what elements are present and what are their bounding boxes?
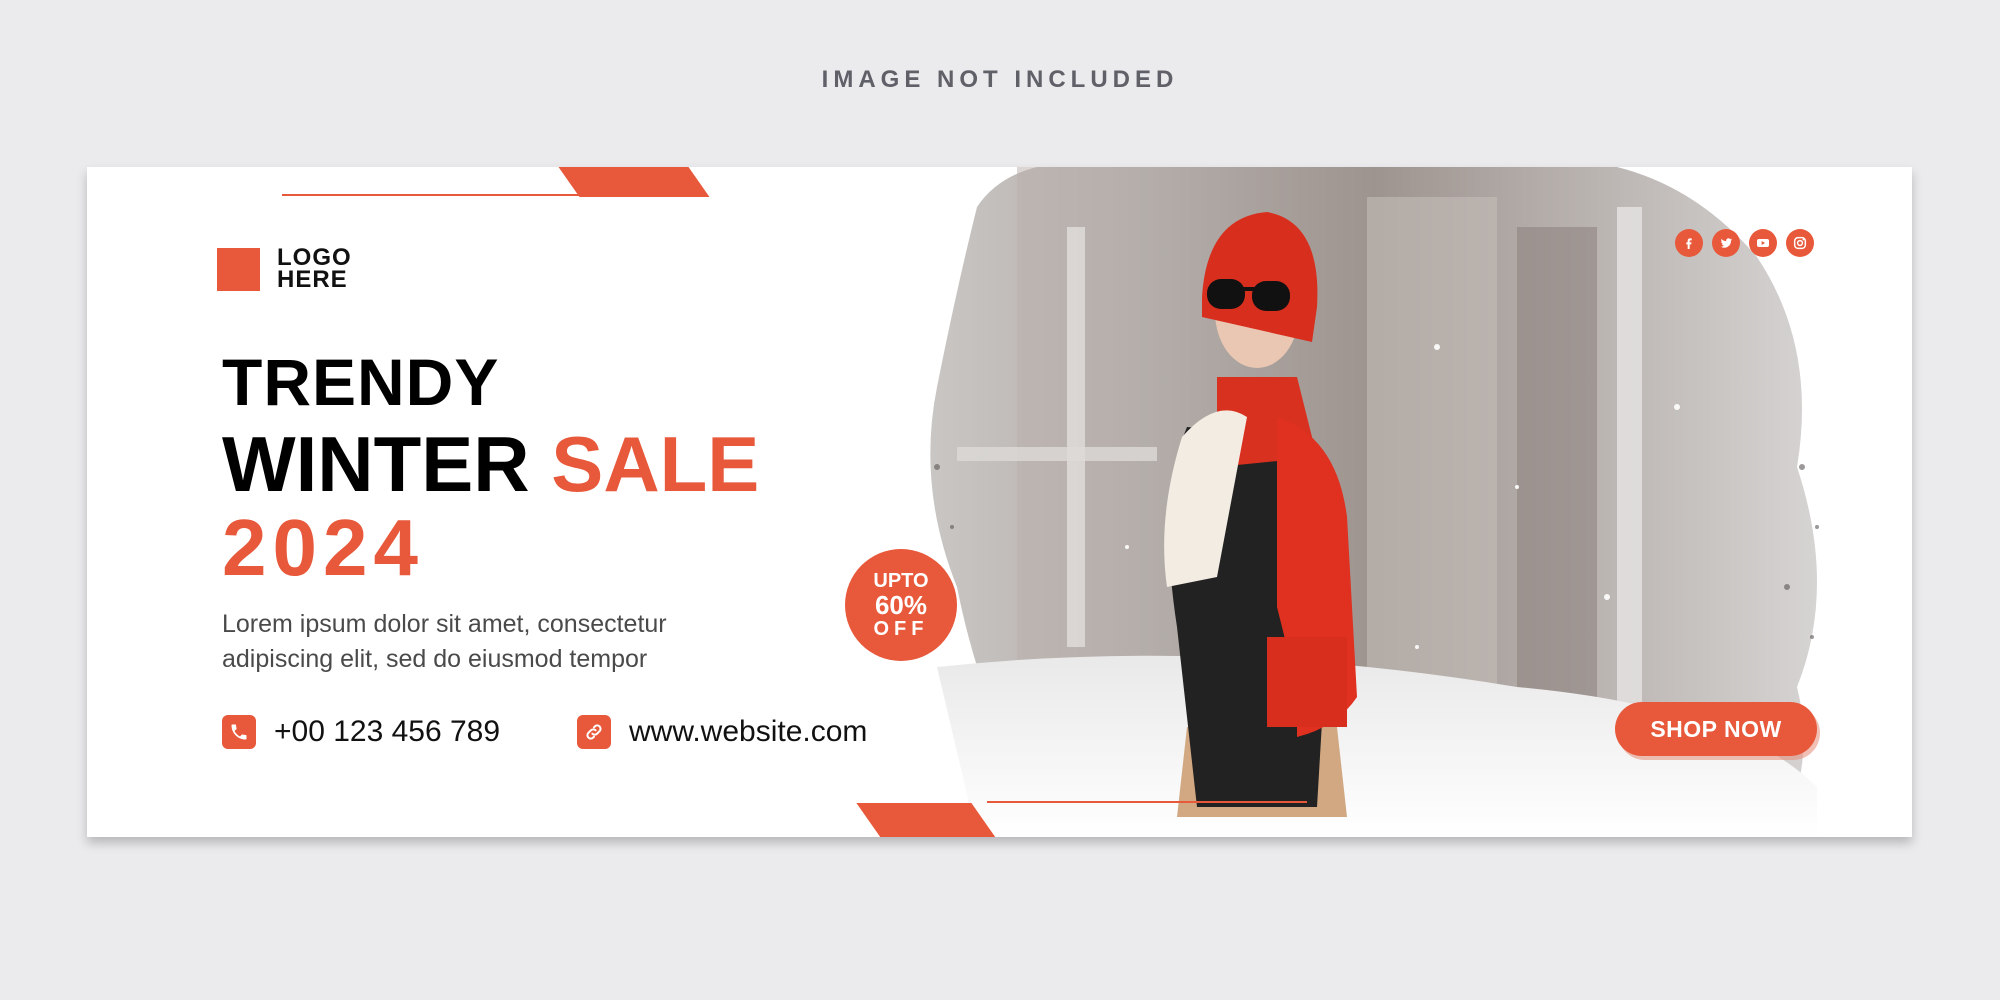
shop-now-button[interactable]: SHOP NOW <box>1615 702 1817 756</box>
description: Lorem ipsum dolor sit amet, consectetur … <box>222 607 782 677</box>
contact-phone[interactable]: +00 123 456 789 <box>222 715 500 749</box>
headline-sale: SALE <box>551 420 760 508</box>
description-line-1: Lorem ipsum dolor sit amet, consectetur <box>222 610 667 638</box>
headline-winter: WINTER <box>222 420 530 508</box>
logo[interactable]: LOGO HERE <box>217 246 352 293</box>
contact-website[interactable]: www.website.com <box>577 715 867 749</box>
youtube-icon[interactable] <box>1749 229 1777 257</box>
decorative-stripe-bottom <box>856 803 997 837</box>
description-line-2: adipiscing elit, sed do eiusmod tempor <box>222 645 648 673</box>
headline: TRENDY WINTER SALE 2024 <box>222 342 759 590</box>
headline-winter-sale: WINTER SALE <box>222 422 759 506</box>
headline-year: 2024 <box>222 503 424 592</box>
headline-trendy: TRENDY <box>222 345 500 419</box>
decorative-line-bottom <box>987 801 1307 803</box>
decorative-stripe-top <box>558 167 710 197</box>
phone-number: +00 123 456 789 <box>274 715 501 748</box>
phone-icon <box>222 715 256 749</box>
sale-banner: LOGO HERE TRENDY WINTER SALE 2024 Lorem … <box>87 167 1912 837</box>
twitter-icon[interactable] <box>1712 229 1740 257</box>
social-icons <box>1675 229 1814 257</box>
instagram-icon[interactable] <box>1786 229 1814 257</box>
logo-line-2: HERE <box>277 266 348 293</box>
image-not-included-note: IMAGE NOT INCLUDED <box>821 66 1179 93</box>
facebook-icon[interactable] <box>1675 229 1703 257</box>
link-icon <box>577 715 611 749</box>
logo-square-icon <box>217 247 260 291</box>
website-url: www.website.com <box>629 715 868 748</box>
logo-text: LOGO HERE <box>277 246 352 293</box>
decorative-line-top <box>282 194 582 196</box>
